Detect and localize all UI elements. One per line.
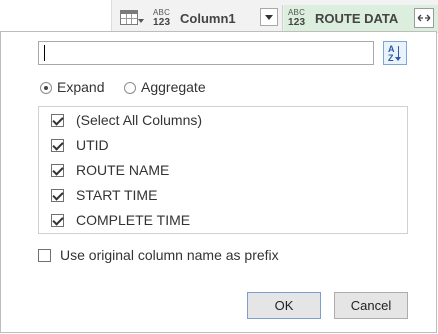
aggregate-radio[interactable] bbox=[124, 82, 136, 94]
type-badge-top: ABC bbox=[153, 8, 171, 17]
type-badge-bottom: 123 bbox=[288, 17, 306, 28]
column2-name: ROUTE DATA bbox=[315, 11, 399, 26]
column-checkbox[interactable] bbox=[51, 189, 64, 202]
expand-radio[interactable] bbox=[40, 82, 52, 94]
column-checkbox[interactable] bbox=[51, 164, 64, 177]
table-icon[interactable] bbox=[120, 10, 138, 25]
column-checkbox[interactable] bbox=[51, 214, 64, 227]
sort-icon-bottom: Z bbox=[388, 53, 394, 63]
text-type-icon[interactable]: ABC 123 bbox=[288, 8, 305, 28]
aggregate-label: Aggregate bbox=[141, 79, 206, 95]
text-type-icon[interactable]: ABC 123 bbox=[153, 8, 170, 28]
sort-az-button[interactable]: A Z bbox=[383, 41, 407, 65]
header-divider bbox=[108, 0, 112, 32]
expand-arrows-icon bbox=[417, 14, 431, 22]
column-label: COMPLETE TIME bbox=[76, 212, 191, 228]
expand-label: Expand bbox=[57, 79, 105, 95]
expand-column-button[interactable] bbox=[414, 8, 434, 28]
column-label: (Select All Columns) bbox=[76, 112, 203, 128]
text-cursor bbox=[44, 45, 45, 61]
cancel-button[interactable]: Cancel bbox=[334, 292, 408, 319]
route-data-column-header[interactable]: ABC 123 ROUTE DATA bbox=[284, 5, 438, 31]
column-checkbox[interactable] bbox=[51, 139, 64, 152]
type-badge-bottom: 123 bbox=[153, 17, 171, 28]
column-label: ROUTE NAME bbox=[76, 162, 170, 178]
filter-dropdown-button[interactable] bbox=[260, 8, 278, 26]
use-prefix-label: Use original column name as prefix bbox=[60, 247, 279, 263]
expand-column-popup: A Z Expand Aggregate (Select All Columns… bbox=[0, 31, 437, 333]
use-prefix-checkbox[interactable] bbox=[38, 249, 51, 262]
column-checklist: (Select All Columns) UTID ROUTE NAME STA… bbox=[38, 106, 408, 234]
column-label: START TIME bbox=[76, 187, 158, 203]
select-all-checkbox[interactable] bbox=[51, 114, 64, 127]
column1-header[interactable]: ABC 123 Column1 bbox=[114, 5, 283, 31]
search-input[interactable] bbox=[38, 41, 374, 65]
sort-arrow-icon bbox=[395, 46, 401, 61]
chevron-down-icon[interactable] bbox=[138, 19, 144, 23]
ok-button[interactable]: OK bbox=[247, 292, 321, 319]
column1-name: Column1 bbox=[180, 11, 236, 26]
type-badge-top: ABC bbox=[288, 8, 306, 17]
column-label: UTID bbox=[76, 137, 109, 153]
